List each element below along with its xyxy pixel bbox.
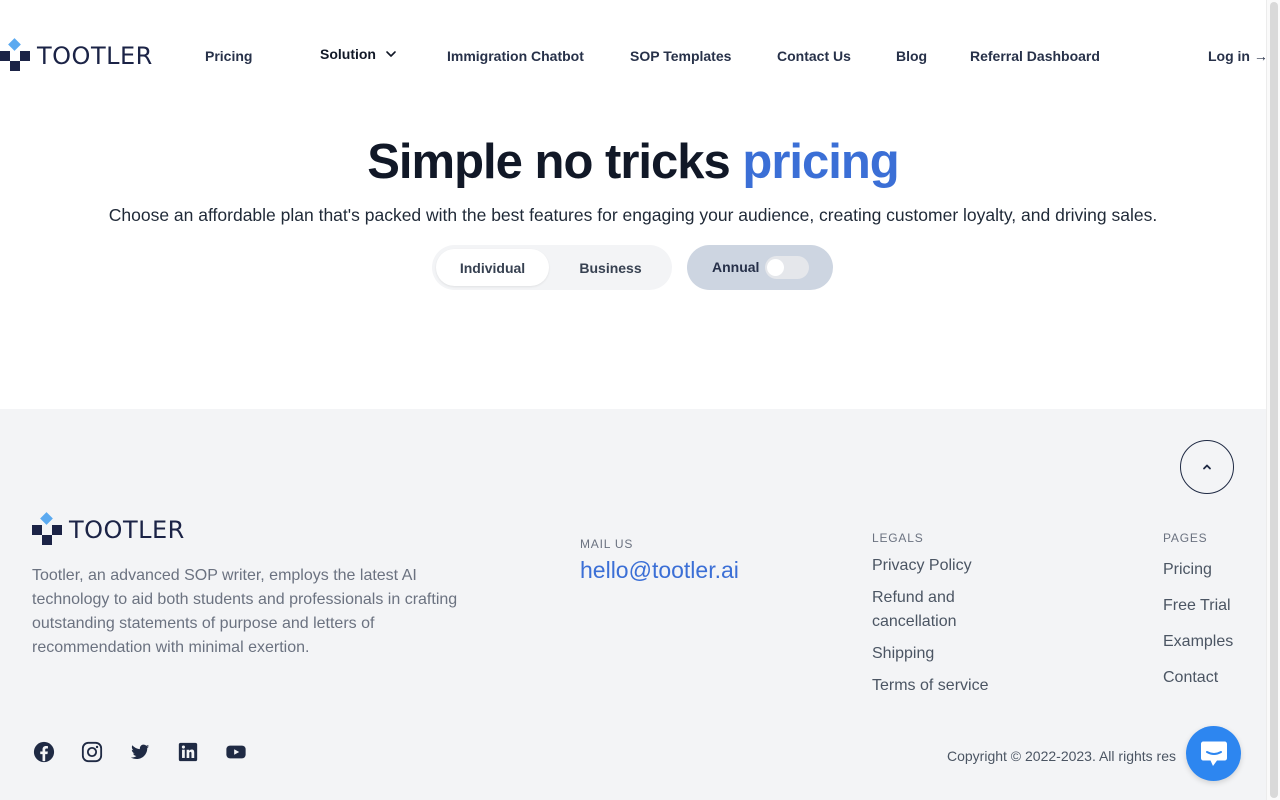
mail-us-label: MAIL US [580, 537, 634, 551]
linkedin-icon[interactable] [177, 741, 199, 763]
nav-solution[interactable]: Solution [320, 46, 398, 62]
page-subtitle: Choose an affordable plan that's packed … [108, 205, 1158, 225]
instagram-icon[interactable] [81, 741, 103, 763]
nav-pricing[interactable]: Pricing [205, 48, 252, 64]
youtube-icon[interactable] [225, 741, 247, 763]
logo-text: TOOTLER [37, 42, 153, 70]
legals-label: LEGALS [872, 531, 924, 545]
footer-contact-link[interactable]: Contact [1163, 666, 1218, 690]
footer-free-trial-link[interactable]: Free Trial [1163, 594, 1231, 618]
chevron-up-icon [1203, 464, 1211, 470]
page-title: Simple no tricks pricing [0, 134, 1266, 190]
footer-description: Tootler, an advanced SOP writer, employs… [32, 567, 458, 656]
annual-label: Annual [712, 259, 760, 275]
chat-widget-button[interactable] [1186, 726, 1241, 781]
logo-mark-icon [0, 38, 30, 72]
refund-cancellation-link[interactable]: Refund and cancellation [872, 586, 992, 634]
page-scrollbar[interactable] [1266, 0, 1280, 800]
nav-sop-templates[interactable]: SOP Templates [630, 48, 731, 64]
site-footer: TOOTLER Tootler, an advanced SOP writer,… [0, 409, 1266, 800]
shipping-link[interactable]: Shipping [872, 642, 934, 666]
login-link[interactable]: Log in → [1208, 48, 1268, 64]
nav-immigration-chatbot[interactable]: Immigration Chatbot [447, 48, 584, 64]
header-logo[interactable]: TOOTLER [0, 38, 153, 72]
title-accent: pricing [742, 135, 899, 189]
annual-toggle[interactable] [765, 256, 809, 279]
nav-contact-us[interactable]: Contact Us [777, 48, 851, 64]
pages-label: PAGES [1163, 531, 1208, 545]
toggle-knob [767, 259, 784, 276]
chevron-down-icon [386, 51, 396, 57]
footer-examples-link[interactable]: Examples [1163, 630, 1233, 654]
twitter-icon[interactable] [129, 741, 151, 763]
chat-bubble-icon [1200, 741, 1227, 766]
plan-business-tab[interactable]: Business [558, 249, 663, 286]
nav-referral-dashboard[interactable]: Referral Dashboard [970, 48, 1100, 64]
mail-link[interactable]: hello@tootler.ai [580, 557, 739, 584]
title-main: Simple no tricks [367, 135, 731, 189]
footer-pricing-link[interactable]: Pricing [1163, 558, 1212, 582]
plan-individual-tab[interactable]: Individual [436, 249, 549, 286]
facebook-icon[interactable] [33, 741, 55, 763]
logo-text: TOOTLER [69, 516, 185, 544]
logo-mark-icon [32, 512, 62, 546]
site-header: TOOTLER Pricing Solution Immigration Cha… [0, 0, 1268, 112]
privacy-policy-link[interactable]: Privacy Policy [872, 554, 972, 578]
scroll-to-top-button[interactable] [1180, 440, 1234, 494]
footer-logo[interactable]: TOOTLER [32, 512, 185, 546]
nav-blog[interactable]: Blog [896, 48, 927, 64]
scrollbar-thumb[interactable] [1270, 2, 1278, 798]
plan-type-switcher: Individual Business [432, 245, 672, 290]
copyright-text: Copyright © 2022-2023. All rights res [947, 748, 1176, 764]
billing-toggle-container: Annual [687, 245, 833, 290]
nav-solution-label: Solution [320, 46, 376, 62]
terms-of-service-link[interactable]: Terms of service [872, 674, 988, 698]
